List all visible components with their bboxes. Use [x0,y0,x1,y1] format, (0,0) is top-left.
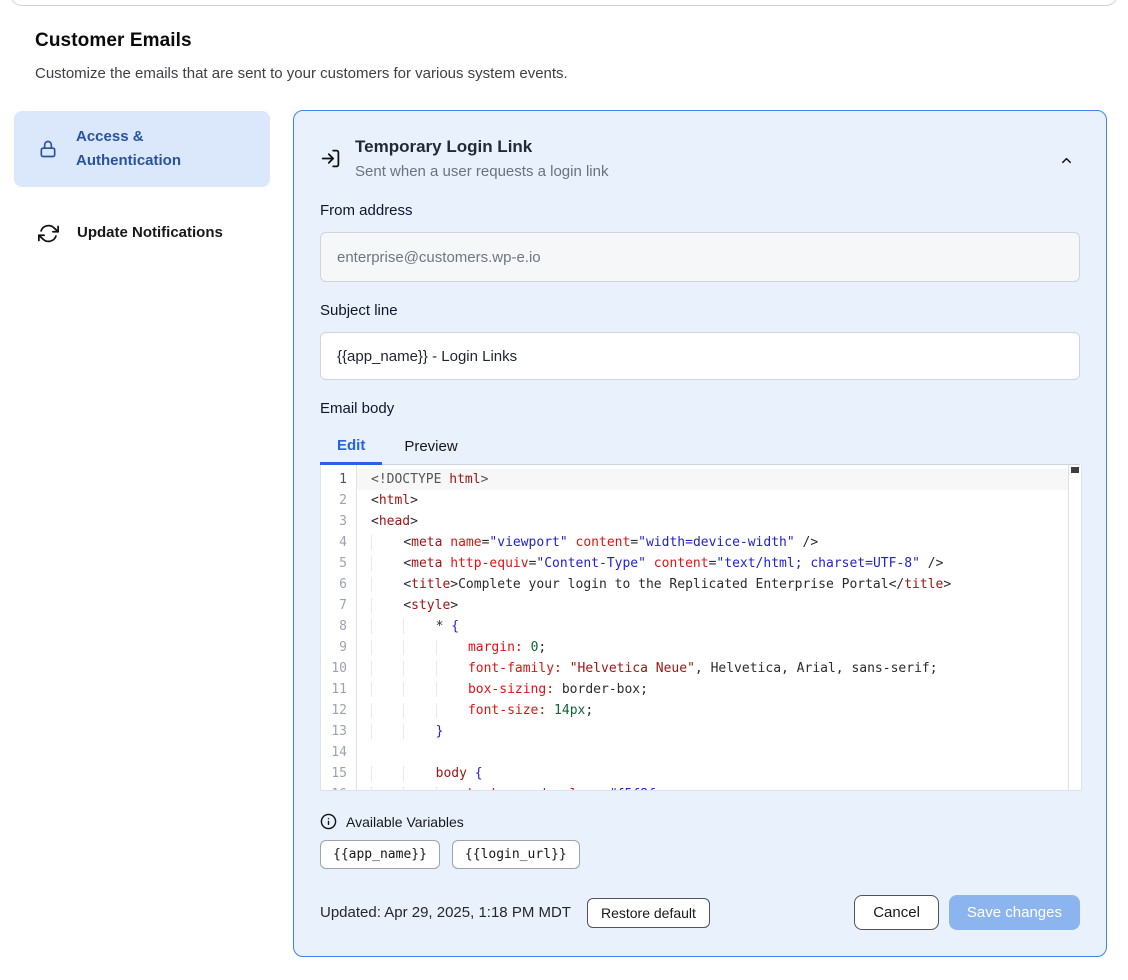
variable-chip[interactable]: {{login_url}} [452,840,580,869]
code-line[interactable]: margin: 0; [371,637,1081,658]
page-subtitle: Customize the emails that are sent to yo… [35,65,568,82]
updated-timestamp: Updated: Apr 29, 2025, 1:18 PM MDT [320,904,571,921]
sidebar-item-label: Update Notifications [77,221,223,245]
code-line[interactable]: <meta name="viewport" content="width=dev… [371,532,1081,553]
email-body-label: Email body [320,400,1080,422]
line-number: 4 [321,532,356,553]
email-body-tabs: Edit Preview [320,428,1080,465]
line-number: 1 [321,469,356,490]
panel-header: Temporary Login Link Sent when a user re… [320,137,1080,180]
tab-edit[interactable]: Edit [320,428,382,465]
lock-icon [38,139,58,159]
code-line[interactable]: <!DOCTYPE html> [357,469,1081,490]
sidebar-item-update-notifications[interactable]: Update Notifications [14,207,270,259]
available-variables-label: Available Variables [346,814,464,830]
subject-line-input[interactable] [320,332,1080,380]
collapse-button[interactable] [1055,149,1078,172]
save-changes-button[interactable]: Save changes [949,895,1080,930]
editor-scrollbar-thumb[interactable] [1071,467,1079,473]
code-line[interactable]: <meta http-equiv="Content-Type" content=… [371,553,1081,574]
line-number: 2 [321,490,356,511]
page-header: Customer Emails Customize the emails tha… [35,30,568,82]
line-number: 6 [321,574,356,595]
refresh-icon [38,223,59,244]
available-variables-row: Available Variables [320,813,1080,830]
login-icon [320,148,341,169]
code-line[interactable]: body { [371,763,1081,784]
code-line[interactable]: } [371,721,1081,742]
line-number: 16 [321,784,356,791]
editor-scrollbar[interactable] [1068,465,1081,790]
cancel-button[interactable]: Cancel [854,895,939,930]
line-number: 9 [321,637,356,658]
variable-chips: {{app_name}} {{login_url}} [320,840,1080,869]
line-number: 11 [321,679,356,700]
code-line[interactable]: font-size: 14px; [371,700,1081,721]
variable-chip[interactable]: {{app_name}} [320,840,440,869]
chevron-up-icon [1059,153,1074,168]
code-line[interactable]: <html> [371,490,1081,511]
restore-default-button[interactable]: Restore default [587,898,710,928]
code-editor[interactable]: 12345678910111213141516 <!DOCTYPE html><… [320,465,1082,791]
subject-line-label: Subject line [320,302,1080,324]
panel-title: Temporary Login Link [355,137,608,157]
code-line[interactable]: * { [371,616,1081,637]
code-line[interactable]: <head> [371,511,1081,532]
info-icon [320,813,337,830]
code-line[interactable]: font-family: "Helvetica Neue", Helvetica… [371,658,1081,679]
line-number: 14 [321,742,356,763]
editor-gutter: 12345678910111213141516 [321,465,357,790]
previous-card-bottom-edge [10,0,1118,6]
sidebar-item-access-authentication[interactable]: Access & Authentication [14,111,270,187]
code-line[interactable]: background-color: #f5f8fa; [371,784,1081,790]
line-number: 15 [321,763,356,784]
panel-subtitle: Sent when a user requests a login link [355,163,608,180]
code-line[interactable]: <title>Complete your login to the Replic… [371,574,1081,595]
panel-footer: Updated: Apr 29, 2025, 1:18 PM MDT Resto… [320,895,1080,930]
code-line[interactable]: box-sizing: border-box; [371,679,1081,700]
line-number: 10 [321,658,356,679]
temporary-login-link-panel: Temporary Login Link Sent when a user re… [293,110,1107,957]
line-number: 8 [321,616,356,637]
code-line[interactable]: <style> [371,595,1081,616]
line-number: 13 [321,721,356,742]
panel-header-text: Temporary Login Link Sent when a user re… [355,137,608,180]
sidebar: Access & Authentication Update Notificat… [14,111,270,259]
line-number: 3 [321,511,356,532]
sidebar-item-label: Access & Authentication [76,125,226,173]
line-number: 12 [321,700,356,721]
page-title: Customer Emails [35,30,568,52]
from-address-label: From address [320,202,1080,224]
editor-code[interactable]: <!DOCTYPE html><html><head> <meta name="… [357,465,1081,790]
from-address-input[interactable] [320,232,1080,282]
line-number: 5 [321,553,356,574]
code-line[interactable] [371,742,1081,763]
line-number: 7 [321,595,356,616]
tab-preview[interactable]: Preview [382,428,479,465]
